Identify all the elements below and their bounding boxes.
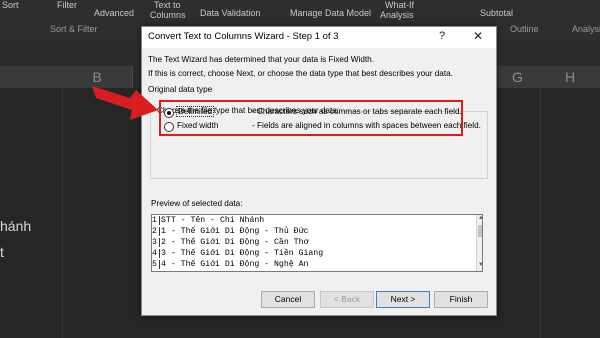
scroll-down-icon[interactable]: ▼ — [477, 262, 482, 268]
next-button[interactable]: Next > — [376, 291, 430, 308]
ribbon-text-to[interactable]: Text to — [154, 0, 181, 10]
preview-row: 43 - Thế Giới Di Động - Tiền Giang — [152, 249, 324, 258]
back-button[interactable]: < Back — [320, 291, 374, 308]
intro-text-2: If this is correct, choose Next, or choo… — [148, 69, 453, 78]
cell-text[interactable]: hánh — [0, 218, 31, 234]
finish-button[interactable]: Finish — [434, 291, 488, 308]
help-icon[interactable]: ? — [439, 30, 445, 42]
dialog-title: Convert Text to Columns Wizard - Step 1 … — [148, 31, 339, 42]
ribbon-advanced[interactable]: Advanced — [94, 8, 134, 18]
text-to-columns-dialog: Convert Text to Columns Wizard - Step 1 … — [141, 26, 497, 316]
scrollbar-thumb[interactable] — [478, 225, 482, 237]
ribbon-data-validation[interactable]: Data Validation — [200, 8, 260, 18]
column-header-h[interactable]: H — [540, 66, 600, 88]
ribbon-sort[interactable]: Sort — [2, 0, 19, 10]
dialog-titlebar[interactable]: Convert Text to Columns Wizard - Step 1 … — [142, 27, 496, 48]
preview-row: 32 - Thế Giới Di Động - Cần Thơ — [152, 238, 309, 247]
ribbon-subtotal[interactable]: Subtotal — [480, 8, 513, 18]
preview-row: 21 - Thế Giới Di Động - Thủ Đức — [152, 227, 309, 236]
preview-scrollbar[interactable]: ▲ ▼ — [476, 215, 482, 271]
highlight-box — [159, 100, 463, 136]
ribbon-group-outline: Outline — [510, 24, 539, 34]
column-header-g[interactable]: G — [495, 66, 541, 88]
preview-label: Preview of selected data: — [151, 199, 243, 208]
ribbon-manage-data-model[interactable]: Manage Data Model — [290, 8, 371, 18]
cancel-button[interactable]: Cancel — [261, 291, 315, 308]
gridline — [62, 88, 63, 338]
ribbon-filter[interactable]: Filter — [57, 0, 77, 10]
ribbon-group-sort-filter: Sort & Filter — [50, 24, 98, 34]
red-arrow-icon — [92, 86, 158, 120]
ribbon-columns[interactable]: Columns — [150, 10, 186, 20]
gridline — [540, 88, 541, 338]
ribbon-group-analysis: Analysis — [572, 24, 600, 34]
intro-text-1: The Text Wizard has determined that your… — [148, 55, 375, 64]
preview-row: 1 STT - Tên - Chi Nhánh — [152, 216, 265, 225]
data-preview[interactable]: 1 STT - Tên - Chi Nhánh 21 - Thế Giới Di … — [151, 214, 483, 272]
ribbon-what-if[interactable]: What-If — [385, 0, 414, 10]
scroll-up-icon[interactable]: ▲ — [477, 215, 482, 221]
column-header-a[interactable] — [0, 66, 63, 88]
preview-row: 54 - Thế Giới Di Động - Nghệ An — [152, 260, 309, 269]
ribbon-analysis[interactable]: Analysis — [380, 10, 414, 20]
cell-text[interactable]: t — [0, 244, 4, 260]
close-icon[interactable]: ✕ — [473, 29, 483, 43]
